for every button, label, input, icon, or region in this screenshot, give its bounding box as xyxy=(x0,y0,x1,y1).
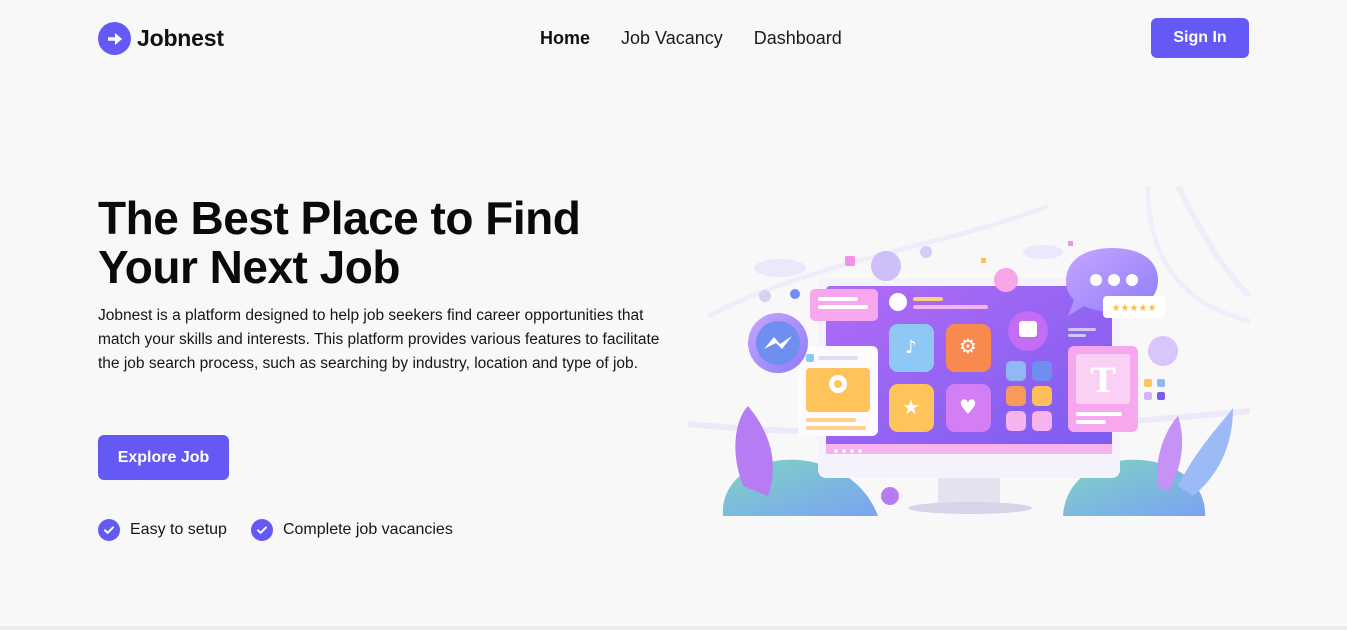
hero-illustration: ♪ ⚙ ★ ♥ T ★★★★★ xyxy=(687,184,1253,522)
nav-link-home[interactable]: Home xyxy=(540,28,590,49)
check-circle-icon xyxy=(98,519,120,541)
feature-label: Complete job vacancies xyxy=(282,521,453,538)
section-divider xyxy=(0,626,1347,630)
nav-link-job-vacancy[interactable]: Job Vacancy xyxy=(621,28,723,49)
arrow-right-icon xyxy=(98,22,131,55)
hero-description: Jobnest is a platform designed to help j… xyxy=(98,307,660,372)
nav-link-dashboard[interactable]: Dashboard xyxy=(754,28,842,49)
hero-title: The Best Place to Find Your Next Job xyxy=(98,192,581,293)
monitor-letter: T xyxy=(1090,361,1115,401)
feature-item: Easy to setup xyxy=(98,519,227,541)
rating-stars: ★★★★★ xyxy=(1112,303,1157,314)
feature-item: Complete job vacancies xyxy=(250,519,453,541)
top-navbar: Jobnest Home Job Vacancy Dashboard Sign … xyxy=(0,0,1347,78)
feature-list: Easy to setup Complete job vacancies xyxy=(98,519,453,541)
sign-in-button[interactable]: Sign In xyxy=(1151,18,1249,58)
feature-label: Easy to setup xyxy=(130,521,227,538)
monitor-apps-illustration: ♪ ⚙ ★ ♥ T ★★★★★ xyxy=(687,184,1253,516)
svg-text:♪: ♪ xyxy=(905,337,917,358)
main-navigation: Home Job Vacancy Dashboard xyxy=(540,28,842,49)
brand-logo-link[interactable]: Jobnest xyxy=(98,22,224,55)
check-circle-icon xyxy=(250,519,273,541)
svg-text:⚙: ⚙ xyxy=(959,334,977,358)
svg-text:★: ★ xyxy=(902,395,920,419)
svg-text:♥: ♥ xyxy=(959,395,977,419)
brand-name: Jobnest xyxy=(137,25,224,51)
explore-job-button[interactable]: Explore Job xyxy=(98,435,229,480)
